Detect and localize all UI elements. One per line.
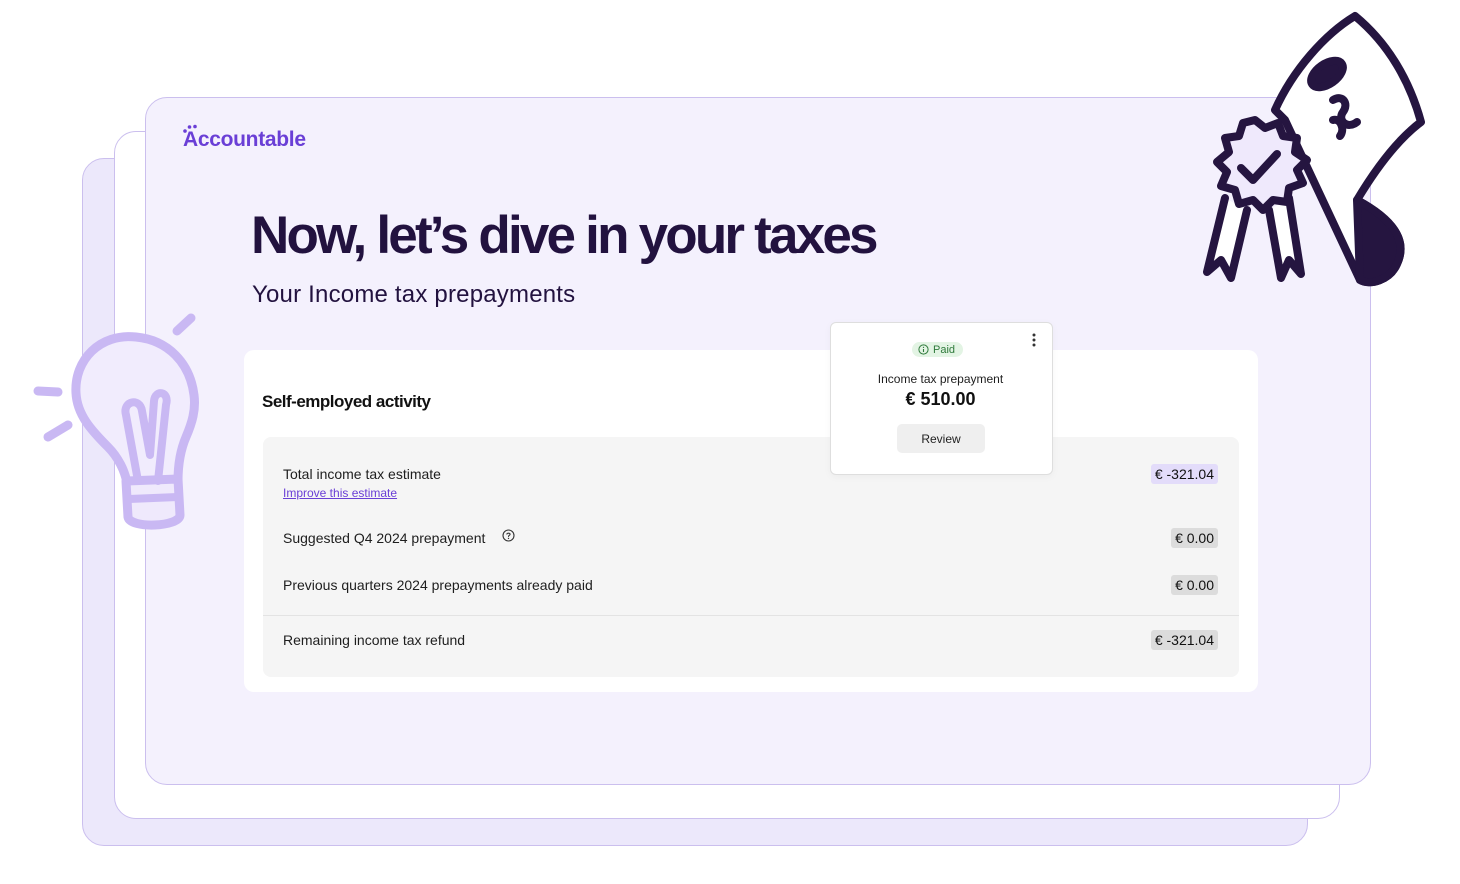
row-label-total-estimate: Total income tax estimate: [283, 466, 441, 482]
row-label-suggested-prepayment: Suggested Q4 2024 prepayment: [283, 530, 486, 546]
popup-amount: € 510.00: [905, 389, 976, 409]
status-badge-label: Paid: [933, 343, 956, 356]
amount-remaining-refund: € -321.04: [1150, 630, 1218, 650]
improve-estimate-link[interactable]: Improve this estimate: [283, 486, 397, 500]
certificate-ribbon-icon: [1203, 12, 1425, 287]
info-icon: [918, 344, 929, 355]
row-label-previous-quarters: Previous quarters 2024 prepayments alrea…: [283, 577, 593, 593]
status-badge: Paid: [912, 342, 964, 357]
lightbulb-icon: [33, 313, 199, 530]
amount-total-estimate: € -321.04: [1150, 464, 1218, 484]
popup-label: Income tax prepayment: [877, 372, 1004, 386]
kebab-icon[interactable]: [1031, 332, 1037, 348]
amount-previous-quarters: € 0.00: [1171, 575, 1218, 595]
help-icon[interactable]: [502, 529, 515, 542]
amount-suggested-prepayment: € 0.00: [1171, 528, 1218, 548]
table-divider: [263, 615, 1239, 616]
review-button[interactable]: Review: [897, 424, 985, 453]
row-label-remaining-refund: Remaining income tax refund: [283, 632, 466, 648]
section-title: Self-employed activity: [262, 392, 431, 411]
page-title: Now, let’s dive in your taxes: [251, 206, 879, 265]
page-subtitle: Your Income tax prepayments: [252, 281, 576, 308]
brand-logo[interactable]: Accountable: [183, 128, 306, 152]
